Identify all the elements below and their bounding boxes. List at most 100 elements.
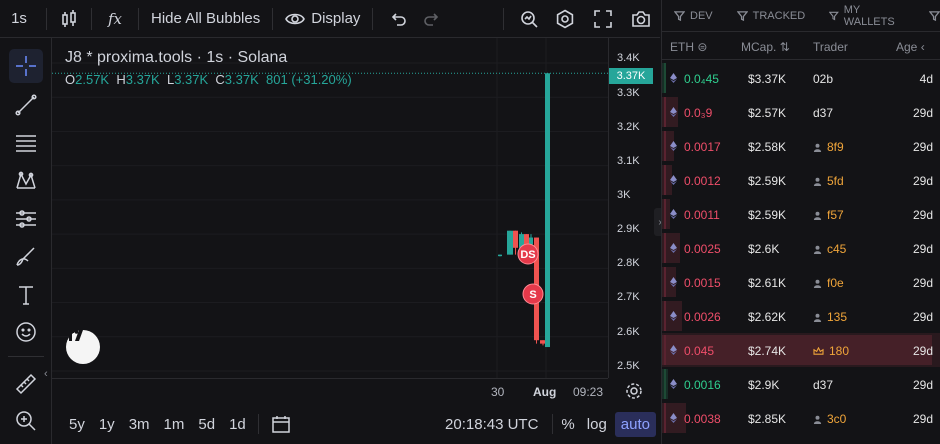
trader-cell[interactable]: f57: [813, 208, 844, 222]
candle-body: [524, 234, 529, 245]
trader-cell[interactable]: 5fd: [813, 174, 844, 188]
trade-amount: 0.045: [684, 344, 715, 358]
range-3m[interactable]: 3m: [129, 416, 150, 433]
table-row[interactable]: 0.0038 $2.85K 3c0 29d: [662, 401, 940, 435]
text-tool[interactable]: [9, 278, 43, 312]
brush-tool[interactable]: [9, 240, 43, 274]
range-1m[interactable]: 1m: [164, 416, 185, 433]
display-button[interactable]: Display: [281, 0, 364, 38]
trade-amount: 0.0011: [684, 208, 720, 222]
price-tick: 3.2K: [617, 121, 640, 133]
zoom-in-icon: [16, 411, 36, 431]
fib-tool[interactable]: [9, 126, 43, 160]
table-row[interactable]: 0.0011 $2.59K f57 29d: [662, 197, 940, 231]
table-row[interactable]: 0.0025 $2.6K c45 29d: [662, 231, 940, 265]
trader-cell[interactable]: d37: [813, 106, 833, 120]
chart-title: J8 * proxima.tools · 1s · Solana: [65, 49, 288, 66]
person-icon: [813, 143, 822, 152]
redo-button[interactable]: [415, 0, 449, 38]
eth-icon: [670, 277, 677, 287]
divider: [138, 7, 139, 30]
percent-toggle[interactable]: %: [561, 416, 574, 433]
price-tick: 2.9K: [617, 223, 640, 235]
time-tick: Aug: [533, 385, 557, 399]
brush-icon: [16, 247, 35, 266]
auto-scale-toggle[interactable]: auto: [614, 411, 656, 437]
price-tick: 3K: [617, 189, 631, 201]
person-icon: [813, 279, 822, 288]
trader-cell[interactable]: c45: [813, 242, 846, 256]
range-5d[interactable]: 5d: [198, 416, 215, 433]
candle-type-button[interactable]: [55, 0, 83, 38]
zoom-tool[interactable]: [9, 404, 43, 438]
trader-cell[interactable]: 135: [813, 310, 847, 324]
interval-button[interactable]: 1s: [0, 0, 38, 38]
price-axis[interactable]: 3.37K 3.4K 3.3K 3.2K 3.1K 3K 2.9K 2.8K 2.7K 2.6K…: [608, 38, 660, 378]
trades-panel: DEV TRACKED MY WALLETS ETH ⊜ MCap. ⇅ Tra…: [661, 0, 940, 444]
divider: [552, 414, 554, 434]
tab-tracked[interactable]: TRACKED: [736, 10, 805, 22]
trader-cell[interactable]: 3c0: [813, 412, 846, 426]
high-label: H: [116, 72, 126, 87]
table-row[interactable]: 0.0017 $2.58K 8f9 29d: [662, 129, 940, 163]
range-1y[interactable]: 1y: [99, 416, 115, 433]
quick-search-button[interactable]: [512, 0, 546, 38]
hide-bubbles-button[interactable]: Hide All Bubbles: [147, 0, 264, 38]
drawing-toolbar: ‹: [0, 38, 52, 444]
screenshot-button[interactable]: [622, 0, 660, 38]
divider: [372, 7, 374, 30]
trade-bubble[interactable]: S: [522, 283, 544, 305]
ruler-tool[interactable]: [9, 367, 43, 401]
table-row[interactable]: 0.045 $2.74K 180 29d: [662, 333, 940, 367]
column-trader[interactable]: Trader: [813, 40, 848, 54]
trend-line-tool[interactable]: [9, 88, 43, 122]
table-row[interactable]: 0.0015 $2.61K f0e 29d: [662, 265, 940, 299]
pattern-icon: [16, 171, 36, 189]
trader-cell[interactable]: 180: [813, 344, 849, 358]
undo-button[interactable]: [381, 0, 415, 38]
fullscreen-button[interactable]: [584, 0, 622, 38]
trader-cell[interactable]: d37: [813, 378, 833, 392]
emoji-tool[interactable]: [9, 315, 43, 349]
time-axis[interactable]: 30 Aug 09:23: [52, 378, 608, 404]
trader-cell[interactable]: f0e: [813, 276, 844, 290]
log-toggle[interactable]: log: [587, 416, 607, 433]
settings-button[interactable]: [546, 0, 584, 38]
redo-icon: [424, 12, 439, 26]
date-range-button[interactable]: [271, 414, 291, 434]
table-row[interactable]: 0.0012 $2.59K 5fd 29d: [662, 163, 940, 197]
tab-dev[interactable]: DEV: [674, 10, 713, 22]
pattern-tool[interactable]: [9, 164, 43, 198]
forecast-tool[interactable]: [9, 202, 43, 236]
table-row[interactable]: 0.0026 $2.62K 135 29d: [662, 299, 940, 333]
trade-age: 29d: [912, 208, 933, 222]
trader-id: 3c0: [827, 412, 847, 426]
column-eth[interactable]: ETH ⊜: [670, 40, 707, 54]
range-1d[interactable]: 1d: [229, 416, 246, 433]
trader-cell[interactable]: 8f9: [813, 140, 844, 154]
trade-bubble[interactable]: DS: [517, 243, 539, 265]
crosshair-tool[interactable]: [9, 49, 43, 83]
trader-cell[interactable]: 02b: [813, 72, 833, 86]
filter-button[interactable]: [929, 10, 940, 21]
eth-icon: [670, 345, 677, 355]
trade-mcap: $2.9K: [748, 378, 780, 392]
table-row[interactable]: 0.0016 $2.9K d37 29d: [662, 367, 940, 401]
column-age[interactable]: Age ‹: [896, 40, 925, 54]
price-chart[interactable]: DS S J8 * proxima.tools · 1s · Solana O2.…: [52, 38, 608, 378]
trade-age: 29d: [912, 378, 933, 392]
table-row[interactable]: 0.0₄45 $3.37K 02b 4d: [662, 61, 940, 95]
price-tick: 2.5K: [617, 360, 640, 372]
high-value: 3.37K: [125, 72, 160, 87]
axis-settings-button[interactable]: [624, 381, 644, 406]
person-icon: [813, 177, 822, 186]
table-row[interactable]: 0.0₃9 $2.57K d37 29d: [662, 95, 940, 129]
tradingview-logo[interactable]: [66, 330, 100, 364]
utc-clock[interactable]: 20:18:43 UTC: [445, 416, 538, 433]
tab-my-wallets[interactable]: MY WALLETS: [829, 4, 905, 28]
indicators-button[interactable]: fx: [100, 0, 130, 38]
collapse-toolbar-icon[interactable]: ‹: [44, 368, 48, 380]
range-5y[interactable]: 5y: [69, 416, 85, 433]
person-icon: [813, 415, 822, 424]
column-mcap[interactable]: MCap. ⇅: [741, 40, 790, 54]
